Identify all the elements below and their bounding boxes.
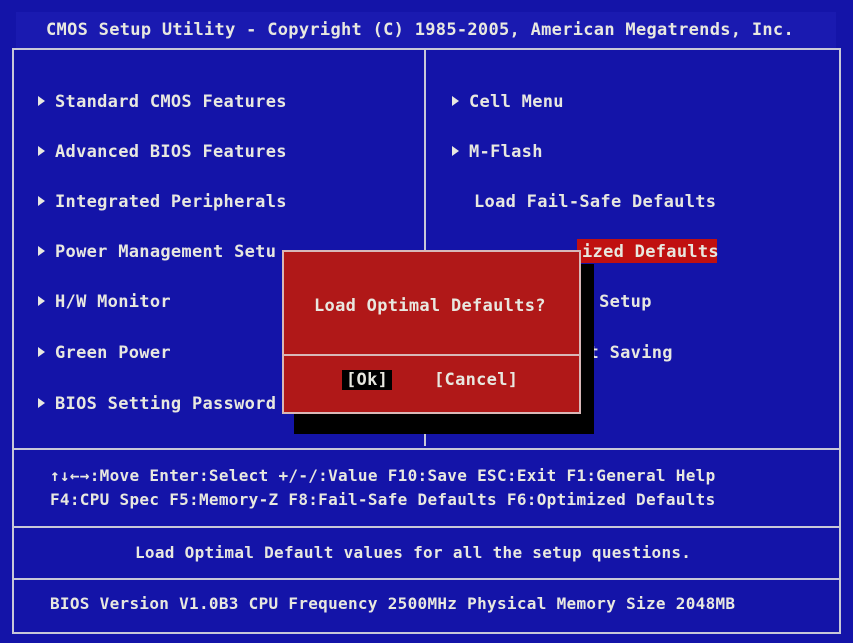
- submenu-arrow-icon: [38, 347, 45, 357]
- menu-item-load-fail-safe-defaults[interactable]: Load Fail-Safe Defaults: [474, 192, 716, 212]
- submenu-arrow-icon: [38, 246, 45, 256]
- submenu-arrow-icon: [38, 296, 45, 306]
- menu-item-integrated-peripherals[interactable]: Integrated Peripherals: [38, 192, 287, 212]
- menu-item-label: Standard CMOS Features: [55, 92, 287, 112]
- submenu-arrow-icon: [452, 96, 459, 106]
- menu-item-label: Green Power: [55, 343, 171, 363]
- dialog-question: Load Optimal Defaults?: [314, 296, 546, 316]
- menu-item-label: H/W Monitor: [55, 292, 171, 312]
- menu-item-bios-setting-password[interactable]: BIOS Setting Password: [38, 394, 276, 414]
- menu-item-label: Cell Menu: [469, 92, 564, 112]
- menu-item-label: Integrated Peripherals: [55, 192, 287, 212]
- menu-item-m-flash[interactable]: M-Flash: [452, 142, 543, 162]
- menu-item-green-power[interactable]: Green Power: [38, 343, 171, 363]
- menu-item-cell-menu[interactable]: Cell Menu: [452, 92, 564, 112]
- bios-screen: CMOS Setup Utility - Copyright (C) 1985-…: [0, 0, 853, 643]
- confirm-dialog: Load Optimal Defaults? [Ok] [Cancel]: [282, 250, 581, 414]
- menu-item-label: Load Fail-Safe Defaults: [474, 192, 717, 212]
- submenu-arrow-icon: [38, 146, 45, 156]
- submenu-arrow-icon: [38, 96, 45, 106]
- menu-item-label: Power Management Setu: [55, 242, 277, 262]
- ok-button[interactable]: [Ok]: [342, 370, 393, 390]
- submenu-arrow-icon: [38, 398, 45, 408]
- menu-item-ized-defaults[interactable]: ized Defaults: [582, 242, 719, 262]
- cancel-button[interactable]: [Cancel]: [434, 370, 518, 390]
- menu-item-label: Advanced BIOS Features: [55, 142, 287, 162]
- window-title: CMOS Setup Utility - Copyright (C) 1985-…: [46, 20, 794, 40]
- dialog-divider: [284, 354, 579, 356]
- help-line-2: F4:CPU Spec F5:Memory-Z F8:Fail-Safe Def…: [50, 490, 716, 509]
- menu-item-standard-cmos-features[interactable]: Standard CMOS Features: [38, 92, 287, 112]
- help-frame: [12, 448, 841, 528]
- help-line-1: ↑↓←→:Move Enter:Select +/-/:Value F10:Sa…: [50, 466, 716, 485]
- menu-item-label: BIOS Setting Password: [55, 394, 277, 414]
- submenu-arrow-icon: [38, 196, 45, 206]
- menu-item-power-management-setu[interactable]: Power Management Setu: [38, 242, 276, 262]
- menu-item-label: M-Flash: [469, 142, 543, 162]
- menu-item-h-w-monitor[interactable]: H/W Monitor: [38, 292, 171, 312]
- version-info: BIOS Version V1.0B3 CPU Frequency 2500MH…: [50, 594, 736, 613]
- submenu-arrow-icon: [452, 146, 459, 156]
- menu-item-advanced-bios-features[interactable]: Advanced BIOS Features: [38, 142, 287, 162]
- menu-item-label: ized Defaults: [582, 242, 719, 262]
- item-description: Load Optimal Default values for all the …: [135, 543, 692, 562]
- title-bar: CMOS Setup Utility - Copyright (C) 1985-…: [16, 12, 836, 50]
